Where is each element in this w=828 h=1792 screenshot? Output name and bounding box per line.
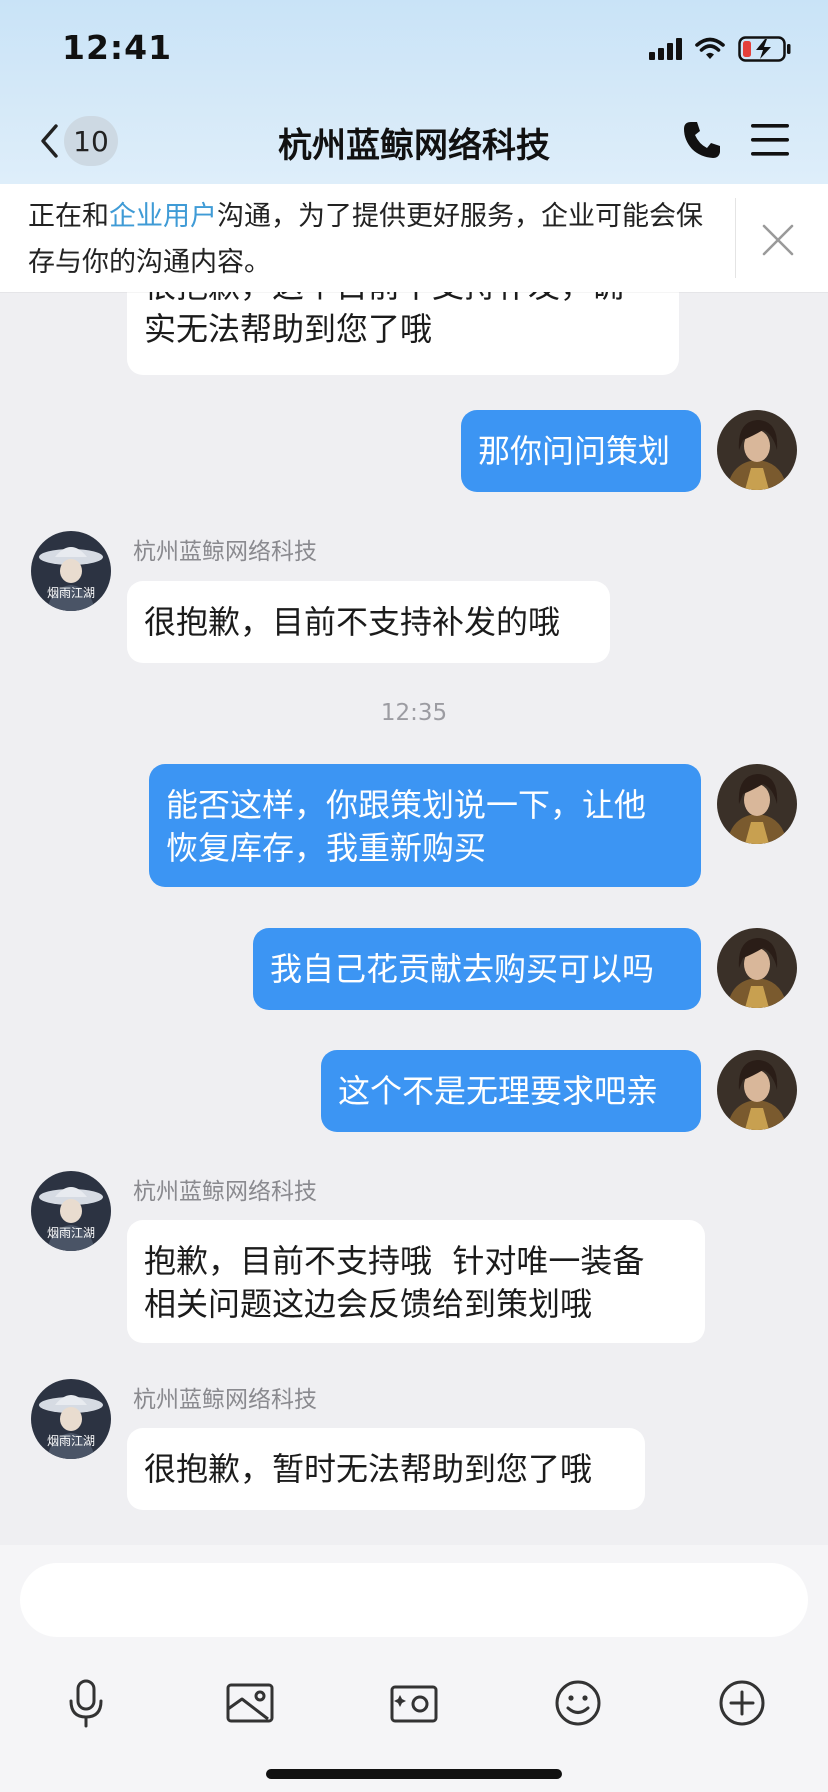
enterprise-user-link[interactable]: 企业用户: [109, 201, 217, 232]
company-avatar-image: 烟雨江湖: [31, 1379, 111, 1459]
avatar[interactable]: [717, 410, 797, 490]
timestamp: 12:35: [380, 700, 448, 726]
input-area: [0, 1545, 828, 1792]
message-text: 这个不是无理要求吧亲: [338, 1072, 659, 1110]
message-text: 我自己花贡献去购买可以吗: [270, 950, 655, 988]
sender-name: 杭州蓝鲸网络科技: [133, 1179, 317, 1205]
notice-divider: [735, 198, 736, 278]
user-avatar-image: [717, 928, 797, 1008]
message-bubble-incoming[interactable]: 抱歉，目前不支持哦 针对唯一装备 相关问题这边会反馈给到策划哦: [127, 1220, 705, 1343]
battery-low-charging-icon: [738, 36, 791, 62]
notice-text: 正在和企业用户沟通，为了提供更好服务，企业可能会保存与你的沟通内容。: [28, 194, 728, 286]
message-bubble-outgoing[interactable]: 那你问问策划: [461, 410, 701, 492]
message-line: 能否这样，你跟策划说一下，让他: [166, 786, 647, 824]
avatar[interactable]: 烟雨江湖: [31, 1171, 111, 1251]
message-text: 很抱歉，目前不支持补发的哦: [144, 603, 561, 641]
message-bubble-outgoing[interactable]: 这个不是无理要求吧亲: [321, 1050, 701, 1132]
company-avatar-image: 烟雨江湖: [31, 531, 111, 611]
avatar[interactable]: [717, 928, 797, 1008]
status-time: 12:41: [62, 28, 173, 67]
message-line: 抱歉，目前不支持哦 针对唯一装备: [144, 1242, 645, 1280]
message-line: 相关问题这边会反馈给到策划哦: [144, 1285, 593, 1323]
avatar[interactable]: 烟雨江湖: [31, 531, 111, 611]
avatar[interactable]: [717, 1050, 797, 1130]
message-bubble-outgoing[interactable]: 我自己花贡献去购买可以吗: [253, 928, 701, 1010]
emoji-icon[interactable]: [550, 1675, 606, 1731]
cellular-signal-icon: [649, 38, 682, 60]
sender-name: 杭州蓝鲸网络科技: [133, 1387, 317, 1413]
sender-name: 杭州蓝鲸网络科技: [133, 539, 317, 565]
message-text: 那你问问策划: [478, 432, 671, 470]
phone-icon[interactable]: [680, 118, 724, 162]
message-bubble-incoming[interactable]: 很抱歉，目前不支持补发的哦: [127, 581, 610, 663]
avatar-lettering: 烟雨江湖: [47, 1225, 95, 1240]
status-icons: [649, 36, 792, 62]
company-avatar-image: 烟雨江湖: [31, 1171, 111, 1251]
message-line: 恢复库存，我重新购买: [166, 829, 487, 867]
camera-icon[interactable]: [386, 1675, 442, 1731]
microphone-icon[interactable]: [58, 1675, 114, 1731]
avatar-lettering: 烟雨江湖: [47, 585, 95, 600]
chat-screen: 12:41 10 杭州蓝鲸网络科技 正在和企业用户沟通，为了提供更好服务，企业可…: [0, 0, 828, 1792]
message-bubble-outgoing[interactable]: 能否这样，你跟策划说一下，让他 恢复库存，我重新购买: [149, 764, 701, 887]
image-icon[interactable]: [222, 1675, 278, 1731]
menu-icon[interactable]: [748, 120, 792, 160]
user-avatar-image: [717, 410, 797, 490]
home-indicator: [266, 1769, 562, 1779]
plus-circle-icon[interactable]: [714, 1675, 770, 1731]
top-bar: 12:41 10 杭州蓝鲸网络科技: [0, 0, 828, 184]
notice-prefix: 正在和: [28, 201, 109, 232]
message-text: 很抱歉，暂时无法帮助到您了哦: [144, 1450, 593, 1488]
avatar[interactable]: 烟雨江湖: [31, 1379, 111, 1459]
avatar-lettering: 烟雨江湖: [47, 1433, 95, 1448]
avatar[interactable]: [717, 764, 797, 844]
close-icon[interactable]: [756, 218, 800, 262]
wifi-icon: [695, 37, 725, 59]
user-avatar-image: [717, 764, 797, 844]
message-bubble-incoming[interactable]: 很抱歉，暂时无法帮助到您了哦: [127, 1428, 645, 1510]
user-avatar-image: [717, 1050, 797, 1130]
message-input[interactable]: [20, 1563, 808, 1637]
privacy-notice-banner: 正在和企业用户沟通，为了提供更好服务，企业可能会保存与你的沟通内容。: [0, 184, 828, 292]
message-line: 实无法帮助到您了哦: [144, 310, 433, 348]
